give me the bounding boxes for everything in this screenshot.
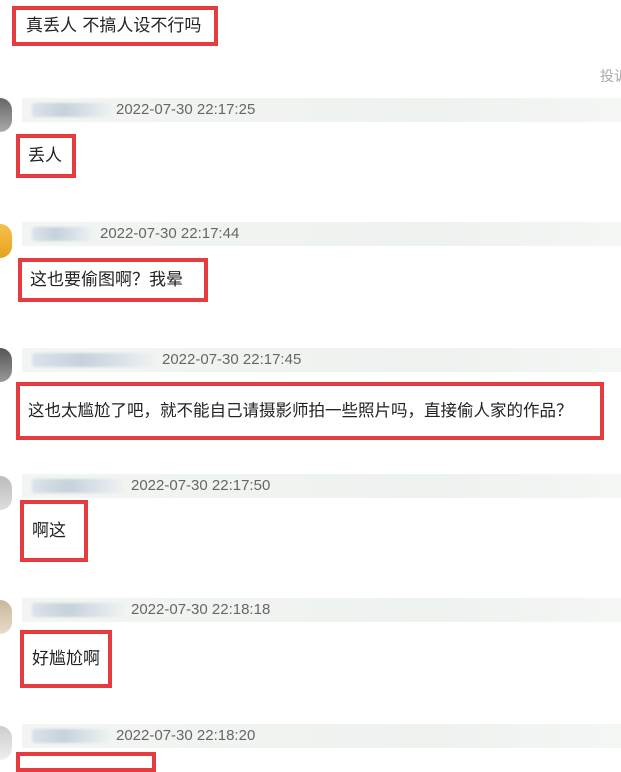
comment-text: 啊这 [20,500,88,562]
comment-timestamp: 2022-07-30 22:17:45 [162,351,302,368]
username-blurred[interactable] [32,353,156,367]
comment-timestamp: 2022-07-30 22:18:18 [131,601,271,618]
comment-text: 丢人 [16,134,76,178]
avatar[interactable] [0,600,12,634]
comment-meta: 2022-07-30 22:18:20 [22,724,621,748]
username-blurred[interactable] [32,479,124,493]
comment-meta: 2022-07-30 22:17:25 [22,98,621,122]
comment-text [16,752,156,772]
username-blurred[interactable] [32,227,92,241]
top-comment-text: 真丢人 不搞人设不行吗 [12,6,218,46]
avatar[interactable] [0,348,12,382]
comment-text: 好尴尬啊 [20,630,112,688]
comment-meta: 2022-07-30 22:17:44 [22,222,621,246]
username-blurred[interactable] [32,729,110,743]
comment-meta: 2022-07-30 22:17:45 [22,348,621,372]
username-blurred[interactable] [32,603,124,617]
comment-timestamp: 2022-07-30 22:17:44 [100,225,240,242]
comment-meta: 2022-07-30 22:17:50 [22,474,621,498]
comment-meta: 2022-07-30 22:18:18 [22,598,621,622]
comment-text: 这也要偷图啊？我晕 [18,258,208,302]
comment-timestamp: 2022-07-30 22:18:20 [116,727,256,744]
avatar[interactable] [0,224,12,258]
report-link[interactable]: 投诉 [600,66,621,86]
comment-text: 这也太尴尬了吧，就不能自己请摄影师拍一些照片吗，直接偷人家的作品？ [16,382,604,440]
avatar[interactable] [0,98,12,132]
comment-timestamp: 2022-07-30 22:17:25 [116,101,256,118]
avatar[interactable] [0,476,12,510]
username-blurred[interactable] [32,103,112,117]
avatar[interactable] [0,726,12,760]
comment-timestamp: 2022-07-30 22:17:50 [131,477,271,494]
